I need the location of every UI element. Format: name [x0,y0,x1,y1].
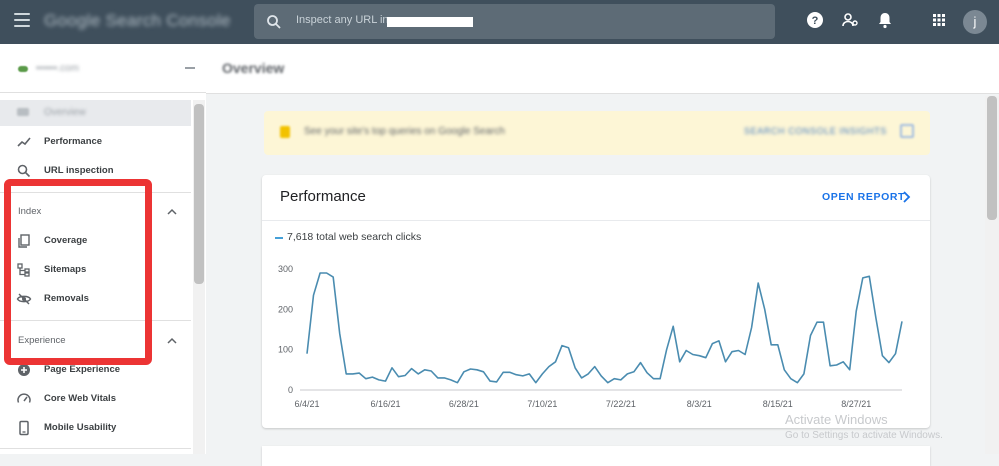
sidebar-item-mobile-usability[interactable]: Mobile Usability [0,416,191,440]
divider [0,448,191,449]
sidebar-item-label: Mobile Usability [44,422,117,433]
property-selector[interactable]: ▪▪▪▪▪▪.com [14,62,195,76]
x-tick-label: 6/16/21 [370,399,400,409]
legend-label: 7,618 total web search clicks [287,231,422,243]
insights-banner: See your site's top queries on Google Se… [264,111,930,155]
help-icon[interactable]: ? [806,11,824,29]
sidebar-item-label: URL inspection [44,165,114,176]
sidebar-item-label: Coverage [44,235,88,246]
section-index[interactable]: Index [0,200,191,224]
sidebar-item-core-web-vitals[interactable]: Core Web Vitals [0,387,191,411]
x-tick-label: 8/15/21 [763,399,793,409]
home-icon [17,108,29,116]
windows-watermark-subtitle: Go to Settings to activate Windows. [785,430,943,441]
section-label: Experience [18,335,66,346]
banner-text: See your site's top queries on Google Se… [304,126,505,137]
y-tick-label: 100 [278,345,293,355]
section-label: Index [18,206,42,217]
open-report-link[interactable]: OPEN REPORT [822,191,905,203]
page-title: Overview [222,60,285,76]
card-title: Performance [280,188,366,205]
add-circle-icon [18,364,30,376]
external-link-icon[interactable] [900,124,914,138]
sidebar-item-label: Removals [44,293,89,304]
sidebar-item-label: Performance [44,136,103,147]
redacted-domain [387,17,473,27]
apps-grid-icon[interactable] [930,11,948,29]
sidebar-scroll-thumb[interactable] [194,104,204,284]
top-app-bar: Google Search Console Inspect any URL in… [0,0,999,44]
divider [0,320,191,321]
legend-swatch [275,237,283,239]
sidebar-item-label: Core Web Vitals [44,393,116,404]
url-inspect-search[interactable]: Inspect any URL in [254,4,775,39]
sidebar-item-sitemaps[interactable]: Sitemaps [0,258,191,282]
property-name: ▪▪▪▪▪▪.com [36,63,79,74]
chevron-up-icon[interactable] [166,335,178,347]
page-header: Overview [206,44,999,94]
section-experience[interactable]: Experience [0,329,191,353]
sidebar-item-overview[interactable]: Overview [0,100,191,126]
banner-action-link[interactable]: SEARCH CONSOLE INSIGHTS [744,126,887,136]
chevron-up-icon[interactable] [166,206,178,218]
series-line-clicks [306,272,903,384]
divider [262,220,930,221]
account-avatar[interactable]: j [963,10,987,34]
clicks-line-chart: 0 100 200 300 6/4/21 6/16/21 6/28/21 7/10/21 7/2… [278,264,903,409]
sidebar-item-label: Sitemaps [44,264,87,275]
main-scroll-thumb[interactable] [987,96,997,220]
y-tick-label: 0 [288,385,293,395]
app-logo[interactable]: Google Search Console [44,11,231,31]
svg-text:?: ? [812,15,819,27]
y-tick-label: 200 [278,304,293,314]
sidebar-item-url-inspection[interactable]: URL inspection [0,159,191,183]
search-icon [17,164,31,178]
next-card [262,446,930,466]
x-tick-label: 8/3/21 [687,399,712,409]
coverage-icon [18,234,30,248]
speed-icon [17,393,31,403]
sidebar-item-page-experience[interactable]: Page Experience [0,358,191,382]
y-tick-label: 300 [278,264,293,274]
phone-icon [19,420,29,436]
divider [0,92,206,93]
sidebar-item-label: Page Experience [44,364,121,375]
x-tick-label: 6/4/21 [294,399,319,409]
x-tick-label: 7/10/21 [527,399,557,409]
x-tick-label: 6/28/21 [449,399,479,409]
menu-icon[interactable] [14,13,30,31]
sitemap-icon [17,263,30,277]
search-placeholder[interactable]: Inspect any URL in [296,14,389,26]
x-tick-label: 7/22/21 [606,399,636,409]
dropdown-icon[interactable] [185,67,195,69]
sidebar-item-removals[interactable]: Removals [0,287,191,311]
sidebar-item-performance[interactable]: Performance [0,130,191,154]
x-tick-label: 8/27/21 [841,399,871,409]
sidebar-item-label: Overview [44,107,86,118]
eye-off-icon [16,293,32,305]
search-icon [267,15,281,29]
lightbulb-icon [280,126,290,138]
performance-card: Performance OPEN REPORT 7,618 total web … [262,175,930,428]
trending-up-icon [17,137,31,147]
notifications-icon[interactable] [876,11,894,29]
windows-watermark-title: Activate Windows [785,412,888,427]
property-favicon-icon [18,66,28,72]
manage-users-icon[interactable] [841,11,859,29]
sidebar-item-coverage[interactable]: Coverage [0,229,191,253]
chevron-right-icon[interactable] [900,190,912,204]
divider [0,192,191,193]
